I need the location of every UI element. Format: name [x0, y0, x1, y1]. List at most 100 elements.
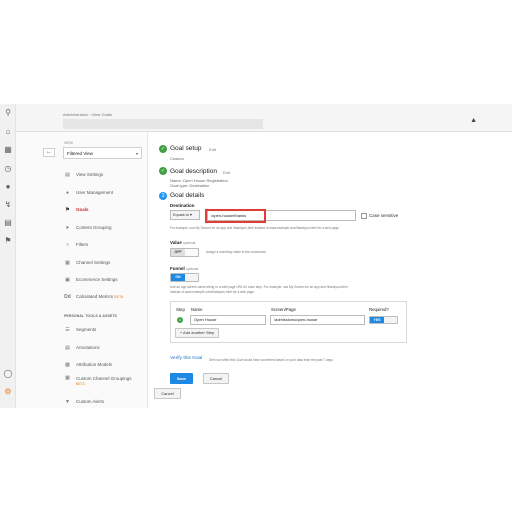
case-sensitive-checkbox[interactable]	[361, 213, 367, 219]
optional-tag: optional	[186, 267, 199, 271]
funnel-steps-table: Step Name Screen/Page Required? 1 Open H…	[170, 301, 407, 343]
cancel-button[interactable]: Cancel	[203, 373, 229, 384]
sidebar-item-filters[interactable]: ▿ Filters	[64, 240, 88, 250]
value-label-text: Value	[170, 240, 182, 245]
toggle-state: ON	[171, 274, 185, 281]
toggle-state: OFF	[171, 249, 185, 256]
save-button[interactable]: Save	[170, 373, 193, 384]
share-icon[interactable]: ↯	[3, 200, 13, 210]
toggle-state: YES	[370, 317, 384, 323]
check-icon: ✓	[159, 145, 167, 153]
table-icon[interactable]: ▤	[3, 218, 13, 228]
view-selector[interactable]: Filtered View ▾	[63, 147, 142, 159]
view-label: VIEW	[64, 141, 73, 145]
outer-cancel-button[interactable]: Cancel	[154, 388, 181, 399]
add-step-button[interactable]: + Add another Step	[175, 328, 219, 338]
step-name-input[interactable]: Open House	[190, 315, 266, 325]
col-required: Required?	[369, 307, 389, 312]
sidebar-item-label: Goals	[76, 207, 89, 212]
sidebar-item-view-settings[interactable]: ▤ View Settings	[64, 170, 103, 180]
person-icon[interactable]: ●	[3, 182, 13, 192]
sidebar-item-label: User Management	[76, 190, 114, 195]
value-toggle[interactable]: OFF	[170, 248, 199, 257]
breadcrumb[interactable]: Administration › View Goals	[63, 112, 112, 117]
section-title: PERSONAL TOOLS & ASSETS	[64, 314, 117, 318]
flag-icon[interactable]: ⚑	[3, 236, 13, 246]
sidebar-item-annotations[interactable]: ▤ Annotations	[64, 343, 100, 353]
verify-goal-link[interactable]: Verify this Goal	[170, 356, 202, 361]
goal-setup-edit-link[interactable]: Edit	[209, 147, 216, 152]
step-number-badge: 3	[159, 192, 167, 200]
step-name-value: Open House	[194, 317, 217, 322]
dashboard-icon[interactable]: ▦	[3, 145, 13, 155]
funnel-help-line-1: Use an app screen name string or a web p…	[170, 285, 348, 289]
verify-help: See how often this Goal would have conve…	[209, 358, 334, 362]
sidebar-item-ecommerce-settings[interactable]: ▣ Ecommerce Settings	[64, 275, 118, 285]
sidebar-item-label: View Settings	[76, 172, 104, 177]
top-bar: Administration › View Goals ▲	[16, 104, 512, 132]
users-icon: ●	[65, 190, 70, 196]
sidebar-item-label: Attribution Models	[76, 362, 113, 367]
goal-description-title: Goal description	[170, 168, 217, 175]
segments-icon: ☰	[65, 327, 70, 333]
bulb-icon[interactable]: ◯	[3, 369, 13, 379]
goal-details-title: Goal details	[170, 192, 205, 199]
step-number: 1	[177, 317, 183, 323]
grid-icon: ▦	[65, 260, 70, 266]
check-icon: ✓	[159, 167, 167, 175]
sidebar-item-label: Calculated Metrics	[76, 294, 114, 299]
col-step: Step	[176, 307, 185, 312]
gear-icon[interactable]: ⚙	[3, 387, 13, 397]
sidebar-item-custom-alerts[interactable]: ▼ Custom Alerts	[64, 397, 104, 407]
analytics-admin-screen: ⚲ ⌂ ▦ ◷ ● ↯ ▤ ⚑ ◯ ⚙ Administration › Vie…	[0, 104, 512, 408]
goal-description-edit-link[interactable]: Edit	[223, 170, 230, 175]
funnel-toggle[interactable]: ON	[170, 273, 199, 282]
graduation-cap-icon[interactable]: ▲	[470, 117, 477, 124]
sidebar-item-user-management[interactable]: ● User Management	[64, 188, 113, 198]
sidebar-item-label: Segments	[76, 327, 97, 332]
goal-setup-summary: Custom	[170, 156, 184, 161]
sidebar-item-calculated-metrics[interactable]: Dd Calculated Metrics BETA	[64, 292, 123, 302]
bars-icon: ▩	[65, 362, 70, 368]
sidebar-item-label: Channel Settings	[76, 260, 111, 265]
beta-badge: BETA	[114, 295, 124, 299]
goal-setup-title: Goal setup	[170, 145, 202, 152]
cart-icon: ▣	[65, 277, 70, 283]
sidebar-item-label: Filters	[76, 242, 89, 247]
sidebar-item-channel-settings[interactable]: ▦ Channel Settings	[64, 258, 110, 268]
back-arrow-icon[interactable]: ←	[43, 148, 55, 157]
sidebar-item-content-grouping[interactable]: ➤ Content Grouping	[64, 223, 112, 233]
sidebar-item-segments[interactable]: ☰ Segments	[64, 325, 96, 335]
value-label: Value optional	[170, 240, 195, 245]
funnel-help-line-2: instead of www.example.com/thankyou.html…	[170, 290, 255, 294]
pointer-icon: ➤	[65, 225, 70, 231]
col-screen: Screen/Page	[271, 307, 296, 312]
clock-icon[interactable]: ◷	[3, 164, 13, 174]
search-icon[interactable]: ⚲	[3, 108, 13, 118]
channel-icon: ▦	[65, 375, 70, 381]
view-selector-value: Filtered View	[67, 151, 93, 156]
filter-icon: ▿	[66, 242, 69, 248]
megaphone-icon: ▼	[65, 399, 70, 405]
sidebar-item-goals[interactable]: ⚑ Goals	[64, 205, 89, 215]
destination-label: Destination	[170, 203, 195, 208]
beta-badge: BETA	[76, 382, 85, 386]
match-type-dropdown[interactable]: Equals to ▾	[170, 210, 200, 220]
step-screen-input[interactable]: /admissions/open-house	[270, 315, 365, 325]
sidebar-item-attribution-models[interactable]: ▩ Attribution Models	[64, 360, 112, 370]
goal-type-summary: Goal type: Destination	[170, 183, 210, 188]
sidebar-item-label: Content Grouping	[76, 225, 112, 230]
chevron-down-icon: ▾	[189, 213, 192, 217]
account-selector-bar[interactable]	[63, 119, 263, 129]
value-help: Assign a monetary value to the conversio…	[206, 250, 267, 254]
chevron-down-icon: ▾	[135, 151, 138, 156]
step-required-toggle[interactable]: YES	[369, 316, 398, 324]
sidebar-item-custom-channel-groupings[interactable]: ▦ Custom Channel Groupings BETA	[64, 375, 132, 388]
flag-icon: ⚑	[65, 207, 70, 213]
sidebar-item-label: Ecommerce Settings	[76, 277, 118, 282]
home-icon[interactable]: ⌂	[3, 127, 13, 137]
sidebar-item-label: Custom Channel Groupings	[76, 376, 132, 381]
document-icon: ▤	[65, 172, 70, 178]
calc-icon: Dd	[64, 294, 71, 300]
highlight-box	[205, 209, 266, 223]
